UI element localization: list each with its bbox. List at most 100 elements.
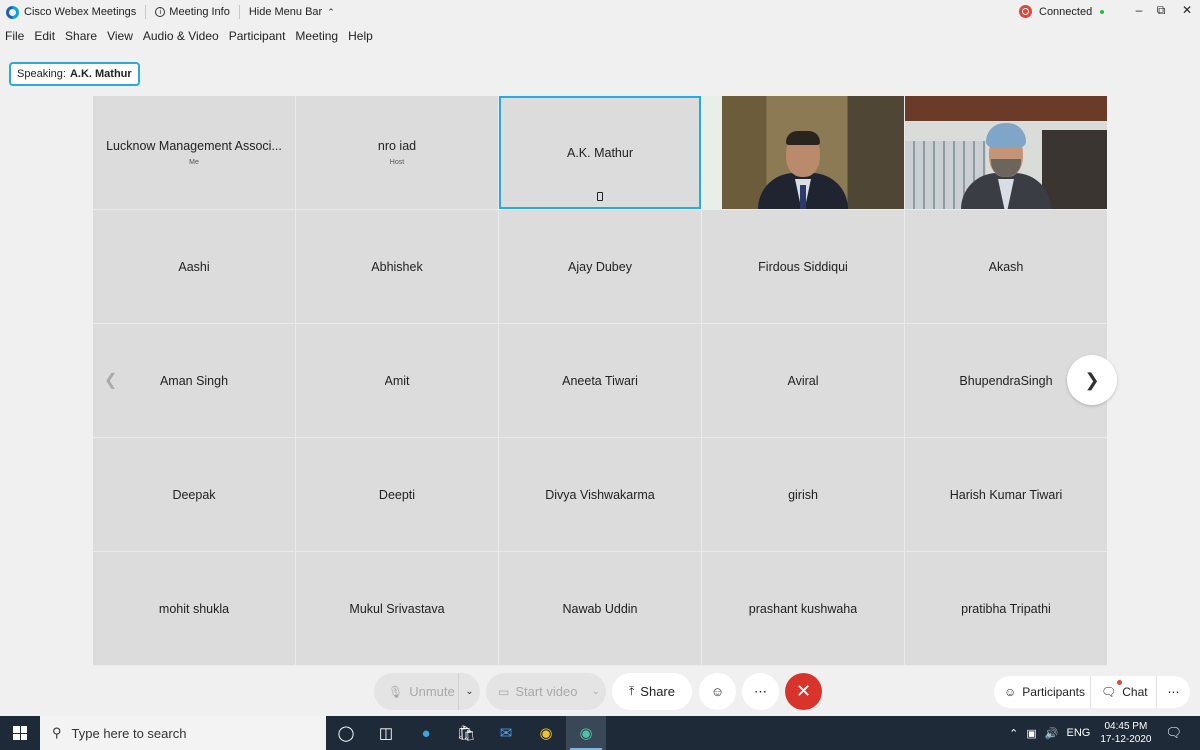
restore-button[interactable]: ⧉ [1151,3,1171,18]
recording-icon [1019,5,1032,18]
participants-button[interactable]: ☺ Participants [994,676,1090,708]
participant-tile[interactable]: Aman Singh [93,324,295,437]
menu-view[interactable]: View [107,29,133,47]
chat-button[interactable]: 🗨 Chat [1090,676,1156,708]
participant-tile[interactable]: mohit shukla [93,552,295,665]
video-person [748,109,858,209]
person-icon: ☺ [1004,685,1017,699]
participant-tile[interactable]: girish [702,438,904,551]
participant-video-tile[interactable] [702,96,904,209]
participant-tile[interactable]: Aashi [93,210,295,323]
store-icon: 🛍 [456,725,476,742]
menu-file[interactable]: File [5,29,24,47]
menu-meeting[interactable]: Meeting [295,29,338,47]
cortana-button[interactable]: ◯ [326,716,366,750]
clock-time: 04:45 PM [1104,721,1148,732]
menu-bar: File Edit Share View Audio & Video Parti… [0,29,377,47]
unmute-button[interactable]: 🎙 Unmute ⌄ [374,673,480,710]
participant-tile[interactable]: Ajay Dubey [499,210,701,323]
next-page-button[interactable]: ❯ [1067,355,1117,405]
participant-name: Abhishek [371,259,423,274]
menu-help[interactable]: Help [348,29,373,47]
chrome-button[interactable]: ◉ [526,716,566,750]
mail-icon: ✉ [499,725,513,742]
network-icon[interactable]: ▣ [1026,727,1036,740]
connection-status[interactable]: Connected [1019,5,1105,18]
minimize-button[interactable]: – [1129,3,1149,17]
search-placeholder: Type here to search [71,725,187,741]
participant-name: Ajay Dubey [568,259,632,274]
share-button[interactable]: ⤒ Share [612,673,692,710]
participant-tile[interactable]: Abhishek [296,210,498,323]
menu-audio-video[interactable]: Audio & Video [143,29,219,47]
participant-tile[interactable]: Deepti [296,438,498,551]
unread-dot-icon [1117,680,1122,685]
participant-tile[interactable]: Firdous Siddiqui [702,210,904,323]
participant-tile[interactable]: Mukul Srivastava [296,552,498,665]
chat-bubble-icon: 🗨 [1101,685,1117,699]
speaking-label: Speaking: [17,68,66,80]
task-view-icon: ◫ [378,725,394,742]
menu-participant[interactable]: Participant [229,29,286,47]
participant-tile[interactable]: Aneeta Tiwari [499,324,701,437]
participant-name: Firdous Siddiqui [758,259,848,274]
divider [238,5,240,19]
participant-tile-me[interactable]: Lucknow Management Associ... Me [93,96,295,209]
taskbar-search[interactable]: ⚲ Type here to search [40,716,326,750]
participant-video-tile[interactable] [905,96,1107,209]
participant-tile[interactable]: Aviral [702,324,904,437]
participant-tile[interactable]: Amit [296,324,498,437]
leave-meeting-button[interactable]: ✕ [785,673,822,710]
start-video-button[interactable]: ▭ Start video ⌄ [486,673,606,710]
participant-tile[interactable]: prashant kushwaha [702,552,904,665]
menu-edit[interactable]: Edit [34,29,55,47]
participant-role: Me [189,159,199,166]
participant-tile[interactable]: Akash [905,210,1107,323]
clock[interactable]: 04:45 PM 17-12-2020 [1100,720,1151,746]
mail-button[interactable]: ✉ [486,716,526,750]
edge-button[interactable]: ● [406,716,446,750]
participant-name: pratibha Tripathi [961,601,1051,616]
participant-tile[interactable]: Harish Kumar Tiwari [905,438,1107,551]
connected-dot-icon [1100,9,1105,14]
participant-name: Lucknow Management Associ... [106,139,282,153]
share-icon: ⤒ [628,684,635,698]
unmute-label: Unmute [409,684,455,699]
video-options-dropdown[interactable]: ⌄ [592,686,600,697]
previous-page-button[interactable]: ❮ [104,370,117,390]
cortana-icon: ◯ [337,725,355,742]
start-button[interactable] [0,716,40,750]
hide-menu-bar-button[interactable]: Hide Menu Bar ⌃ [249,6,335,18]
participant-tile[interactable]: Nawab Uddin [499,552,701,665]
language-indicator[interactable]: ENG [1066,727,1090,739]
volume-icon[interactable]: 🔊 [1045,727,1059,740]
participant-name: Aneeta Tiwari [562,373,638,388]
chevron-up-icon[interactable]: ⌃ [1009,727,1018,740]
more-icon: ⋯ [754,683,767,699]
participant-tile-host[interactable]: nro iad Host [296,96,498,209]
more-icon: ⋯ [1167,685,1180,699]
participant-tile-active-speaker[interactable]: A.K. Mathur [499,96,701,209]
close-button[interactable]: ✕ [1177,3,1197,17]
participant-name: mohit shukla [158,601,230,616]
store-button[interactable]: 🛍 [446,716,486,750]
panel-more-button[interactable]: ⋯ [1156,676,1190,708]
participant-name: Akash [988,259,1024,274]
participants-label: Participants [1022,685,1085,699]
participant-tile[interactable]: Divya Vishwakarma [499,438,701,551]
task-view-button[interactable]: ◫ [366,716,406,750]
participant-name: nro iad [377,139,417,153]
webex-taskbar-button[interactable]: ◉ [566,716,606,750]
audio-options-dropdown[interactable]: ⌄ [458,673,480,710]
share-label: Share [640,684,675,699]
menu-share[interactable]: Share [65,29,97,47]
mobile-device-icon [597,192,603,201]
participant-tile[interactable]: pratibha Tripathi [905,552,1107,665]
meeting-info-button[interactable]: i Meeting Info [155,6,230,18]
notification-icon[interactable]: 🗨 [1165,725,1182,741]
more-options-button[interactable]: ⋯ [742,673,779,710]
reactions-button[interactable]: ☺ [699,673,736,710]
participant-tile[interactable]: Deepak [93,438,295,551]
participant-name: BhupendraSingh [959,373,1053,388]
windows-taskbar: ⚲ Type here to search ◯ ◫ ● 🛍 ✉ ◉ ◉ ⌃ ▣ … [0,716,1200,750]
